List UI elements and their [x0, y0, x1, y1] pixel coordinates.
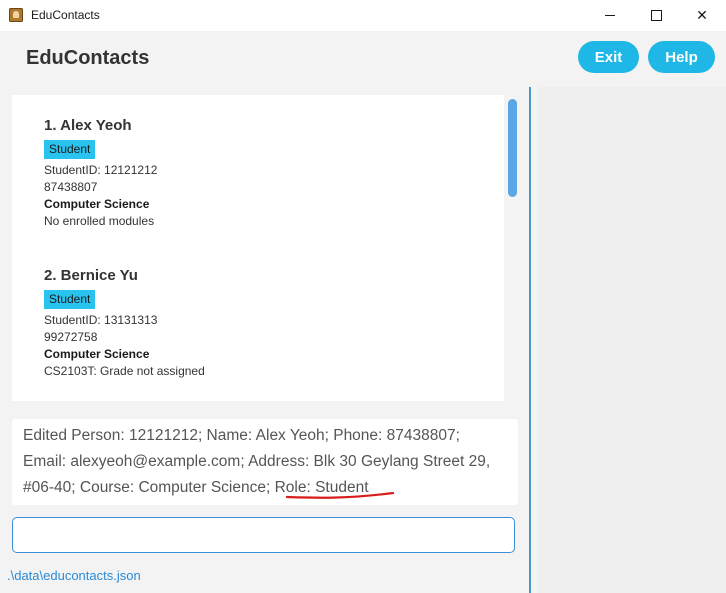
result-line: Email: alexyeoh@example.com; Address: Bl…	[23, 453, 491, 470]
person-name: 1. Alex Yeoh	[44, 117, 132, 134]
list-scrollbar[interactable]	[508, 99, 517, 197]
student-id: StudentID: 13131313	[44, 313, 158, 327]
main-pane: 1. Alex Yeoh Student StudentID: 12121212…	[0, 87, 529, 593]
module-info: CS2103T: Grade not assigned	[44, 364, 205, 378]
module-info: No enrolled modules	[44, 214, 155, 228]
person-card[interactable]: 2. Bernice Yu Student StudentID: 1313131…	[44, 267, 484, 380]
course-name: Computer Science	[44, 197, 150, 211]
result-message: Edited Person: 12121212; Name: Alex Yeoh…	[23, 423, 513, 501]
result-line-prefix: #06-40; Course: Computer Science;	[23, 479, 275, 496]
window-title: EduContacts	[31, 8, 100, 22]
phone-number: 99272758	[44, 330, 98, 344]
person-list[interactable]: 1. Alex Yeoh Student StudentID: 12121212…	[12, 95, 504, 401]
result-display: Edited Person: 12121212; Name: Alex Yeoh…	[12, 419, 518, 505]
title-bar: EduContacts ✕	[0, 0, 726, 31]
role-badge: Student	[44, 140, 96, 159]
exit-button[interactable]: Exit	[578, 41, 639, 73]
minimize-button[interactable]	[587, 0, 633, 31]
command-input[interactable]	[12, 517, 515, 553]
app-window: EduContacts ✕ EduContacts Exit Help 1. A…	[0, 0, 726, 593]
app-icon	[9, 8, 23, 22]
app-header: EduContacts Exit Help	[0, 31, 726, 87]
maximize-icon	[650, 10, 662, 21]
result-line: Edited Person: 12121212; Name: Alex Yeoh…	[23, 427, 460, 444]
phone-number: 87438807	[44, 180, 98, 194]
course-name: Computer Science	[44, 347, 150, 361]
maximize-button[interactable]	[633, 0, 679, 31]
person-name: 2. Bernice Yu	[44, 267, 138, 284]
person-card[interactable]: 1. Alex Yeoh Student StudentID: 12121212…	[44, 117, 484, 230]
result-line: #06-40; Course: Computer Science; Role: …	[23, 475, 513, 501]
annotation-underline	[286, 492, 394, 499]
minimize-icon	[605, 15, 615, 16]
side-panel	[538, 87, 726, 593]
student-id: StudentID: 12121212	[44, 163, 158, 177]
role-badge: Student	[44, 290, 96, 309]
help-button[interactable]: Help	[648, 41, 715, 73]
pane-divider[interactable]	[529, 87, 531, 593]
close-icon: ✕	[696, 7, 708, 23]
close-button[interactable]: ✕	[679, 0, 725, 31]
app-name: EduContacts	[26, 47, 150, 69]
storage-file-path: .\data\educontacts.json	[7, 568, 141, 583]
